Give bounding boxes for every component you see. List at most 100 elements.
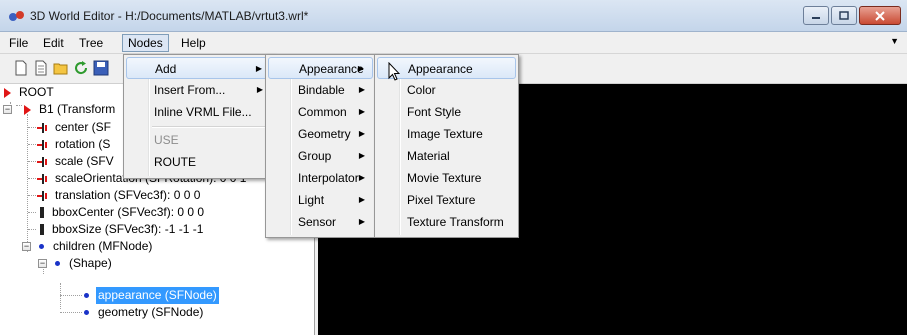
menu-item-geometry[interactable]: Geometry ▶ xyxy=(268,123,373,145)
tree-node-children[interactable]: − children (MFNode) xyxy=(22,238,154,255)
menu-item-light[interactable]: Light ▶ xyxy=(268,189,373,211)
menu-item-label: Appearance xyxy=(408,62,473,76)
tree-node-label: translation (SFVec3f): 0 0 0 xyxy=(55,188,201,202)
submenu-arrow-icon: ▶ xyxy=(357,64,364,73)
tree-field-rotation[interactable]: rotation (S xyxy=(28,136,112,153)
tree-node-label: scale (SFV xyxy=(55,154,114,168)
tree-node-label: center (SF xyxy=(55,120,112,134)
menu-item-label: Appearance xyxy=(299,62,364,76)
field-icon xyxy=(40,224,44,235)
menu-item-group[interactable]: Group ▶ xyxy=(268,145,373,167)
tree-node-appearance[interactable]: appearance (SFNode) xyxy=(60,287,219,304)
menu-item-appearance-category[interactable]: Appearance ▶ xyxy=(268,57,373,79)
title-bar[interactable]: 3D World Editor - H:/Documents/MATLAB/vr… xyxy=(0,0,907,32)
tree-node-shape[interactable]: − (Shape) xyxy=(38,255,114,272)
tree-node-root[interactable]: ROOT xyxy=(4,84,56,101)
menu-item-label: Texture Transform xyxy=(407,215,504,229)
submenu-arrow-icon: ▶ xyxy=(358,107,365,116)
submenu-arrow-icon: ▶ xyxy=(358,195,365,204)
menu-item-font-style[interactable]: Font Style xyxy=(377,101,516,123)
tree-node-label: B1 (Transform xyxy=(39,102,116,116)
tree-field-center[interactable]: center (SF xyxy=(28,119,113,136)
tree-field-scale[interactable]: scale (SFV xyxy=(28,153,116,170)
node-dot-icon xyxy=(39,244,44,249)
tree-node-label: bboxCenter (SFVec3f): 0 0 0 xyxy=(52,205,205,219)
minimize-icon xyxy=(812,16,820,19)
tree-node-label: ROOT xyxy=(19,85,54,99)
collapse-icon[interactable]: − xyxy=(3,105,12,114)
menu-bar: File Edit Tree Nodes Help ▼ xyxy=(0,32,907,54)
submenu-arrow-icon: ▶ xyxy=(358,217,365,226)
menu-item-label: Interpolator xyxy=(298,171,359,185)
tree-node-label: geometry (SFNode) xyxy=(98,305,204,319)
menu-separator xyxy=(152,126,271,128)
tree-node-label: bboxSize (SFVec3f): -1 -1 -1 xyxy=(52,222,204,236)
menu-item-label: Pixel Texture xyxy=(407,193,476,207)
menu-item-image-texture[interactable]: Image Texture xyxy=(377,123,516,145)
tree-node-geometry[interactable]: geometry (SFNode) xyxy=(60,304,205,321)
menu-item-label: Bindable xyxy=(298,83,345,97)
maximize-button[interactable] xyxy=(831,6,857,25)
submenu-arrow-icon: ▶ xyxy=(256,85,263,94)
menu-item-inline-vrml-file[interactable]: Inline VRML File... xyxy=(126,101,271,123)
menu-item-label: USE xyxy=(154,133,179,147)
field-icon xyxy=(40,207,44,218)
menu-item-label: Group xyxy=(298,149,332,163)
menu-item-sensor[interactable]: Sensor ▶ xyxy=(268,211,373,233)
collapse-icon[interactable]: − xyxy=(38,259,47,268)
open-folder-icon[interactable] xyxy=(53,60,69,76)
menu-item-material[interactable]: Material xyxy=(377,145,516,167)
tree-field-bbox-size[interactable]: bboxSize (SFVec3f): -1 -1 -1 xyxy=(28,221,205,238)
minimize-button[interactable] xyxy=(803,6,829,25)
menu-item-label: Font Style xyxy=(407,105,462,119)
app-logo-icon xyxy=(9,11,24,21)
menu-item-color[interactable]: Color xyxy=(377,79,516,101)
submenu-arrow-icon: ▶ xyxy=(358,85,365,94)
submenu-arrow-icon: ▶ xyxy=(358,151,365,160)
root-node-icon xyxy=(4,87,11,98)
menu-tree[interactable]: Tree xyxy=(74,34,108,52)
menu-item-label: Inline VRML File... xyxy=(154,105,252,119)
menu-item-pixel-texture[interactable]: Pixel Texture xyxy=(377,189,516,211)
submenu-arrow-icon: ▶ xyxy=(358,129,365,138)
field-icon xyxy=(37,139,47,150)
add-submenu: Appearance ▶ Bindable ▶ Common ▶ Geometr… xyxy=(265,54,376,238)
menubar-overflow-icon[interactable]: ▼ xyxy=(890,36,899,46)
menu-item-route[interactable]: ROUTE xyxy=(126,151,271,173)
menu-item-label: Movie Texture xyxy=(407,171,482,185)
tree-field-translation[interactable]: translation (SFVec3f): 0 0 0 xyxy=(28,187,202,204)
menu-item-label: Material xyxy=(407,149,450,163)
menu-edit[interactable]: Edit xyxy=(38,34,69,52)
menu-item-texture-transform[interactable]: Texture Transform xyxy=(377,211,516,233)
reload-icon[interactable] xyxy=(73,60,89,76)
tree-node-label: rotation (S xyxy=(55,137,111,151)
menu-item-common[interactable]: Common ▶ xyxy=(268,101,373,123)
tree-node-label: children (MFNode) xyxy=(53,239,153,253)
menu-file[interactable]: File xyxy=(4,34,33,52)
nodes-menu: Add ▶ Insert From... ▶ Inline VRML File.… xyxy=(123,54,274,179)
transform-node-icon xyxy=(24,104,31,115)
menu-item-bindable[interactable]: Bindable ▶ xyxy=(268,79,373,101)
new-template-icon[interactable] xyxy=(33,60,49,76)
new-document-icon[interactable] xyxy=(13,60,29,76)
tree-node-b1[interactable]: − B1 (Transform xyxy=(3,101,117,118)
menu-item-label: Insert From... xyxy=(154,83,226,97)
menu-item-label: Sensor xyxy=(298,215,337,229)
tree-node-label: appearance (SFNode) xyxy=(96,287,219,304)
menu-item-label: Geometry xyxy=(298,127,351,141)
collapse-icon[interactable]: − xyxy=(22,242,31,251)
menu-item-insert-from[interactable]: Insert From... ▶ xyxy=(126,79,271,101)
menu-nodes[interactable]: Nodes xyxy=(122,34,169,52)
menu-item-interpolator[interactable]: Interpolator ▶ xyxy=(268,167,373,189)
tree-field-bbox-center[interactable]: bboxCenter (SFVec3f): 0 0 0 xyxy=(28,204,206,221)
menu-item-add[interactable]: Add ▶ xyxy=(126,57,271,79)
close-button[interactable] xyxy=(859,6,901,25)
menu-help[interactable]: Help xyxy=(176,34,211,52)
menu-item-label: Light xyxy=(298,193,325,207)
window-title: 3D World Editor - H:/Documents/MATLAB/vr… xyxy=(30,9,309,23)
field-icon xyxy=(37,190,47,201)
submenu-arrow-icon: ▶ xyxy=(358,173,365,182)
save-icon[interactable] xyxy=(93,60,109,76)
menu-item-movie-texture[interactable]: Movie Texture xyxy=(377,167,516,189)
mouse-pointer-icon xyxy=(388,62,400,81)
